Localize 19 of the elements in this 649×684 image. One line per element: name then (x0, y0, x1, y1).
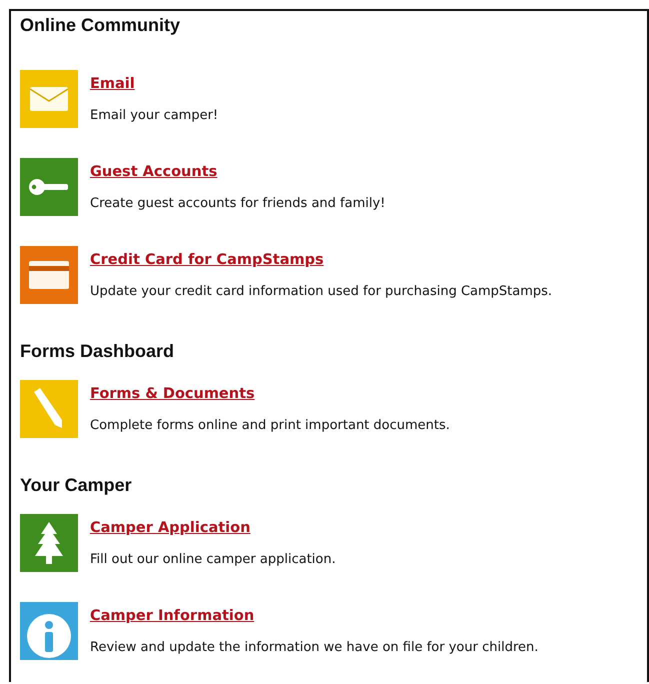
item-link[interactable]: Credit Card for CampStamps (90, 250, 324, 270)
item-link[interactable]: Forms & Documents (90, 384, 255, 404)
item-link[interactable]: Camper Application (90, 518, 250, 538)
tree-icon[interactable] (20, 514, 78, 572)
item-link[interactable]: Email (90, 74, 135, 94)
key-icon[interactable] (20, 158, 78, 216)
section-heading: Your Camper (20, 474, 133, 496)
info-icon[interactable] (20, 602, 78, 660)
item-description: Fill out our online camper application. (90, 551, 336, 569)
item-description: Complete forms online and print important documents. (90, 417, 450, 435)
item-description: Create guest accounts for friends and family! (90, 195, 386, 213)
item-description: Update your credit card information used for purchasing CampStamps. (90, 283, 552, 301)
item-description: Email your camper! (90, 107, 218, 125)
item-link[interactable]: Guest Accounts (90, 162, 218, 182)
item-description: Review and update the information we have on file for your children. (90, 639, 538, 657)
section-heading: Forms Dashboard (20, 340, 176, 362)
item-link[interactable]: Camper Information (90, 606, 254, 626)
section-heading: Online Community (20, 14, 182, 36)
credit-card-icon[interactable] (20, 246, 78, 304)
